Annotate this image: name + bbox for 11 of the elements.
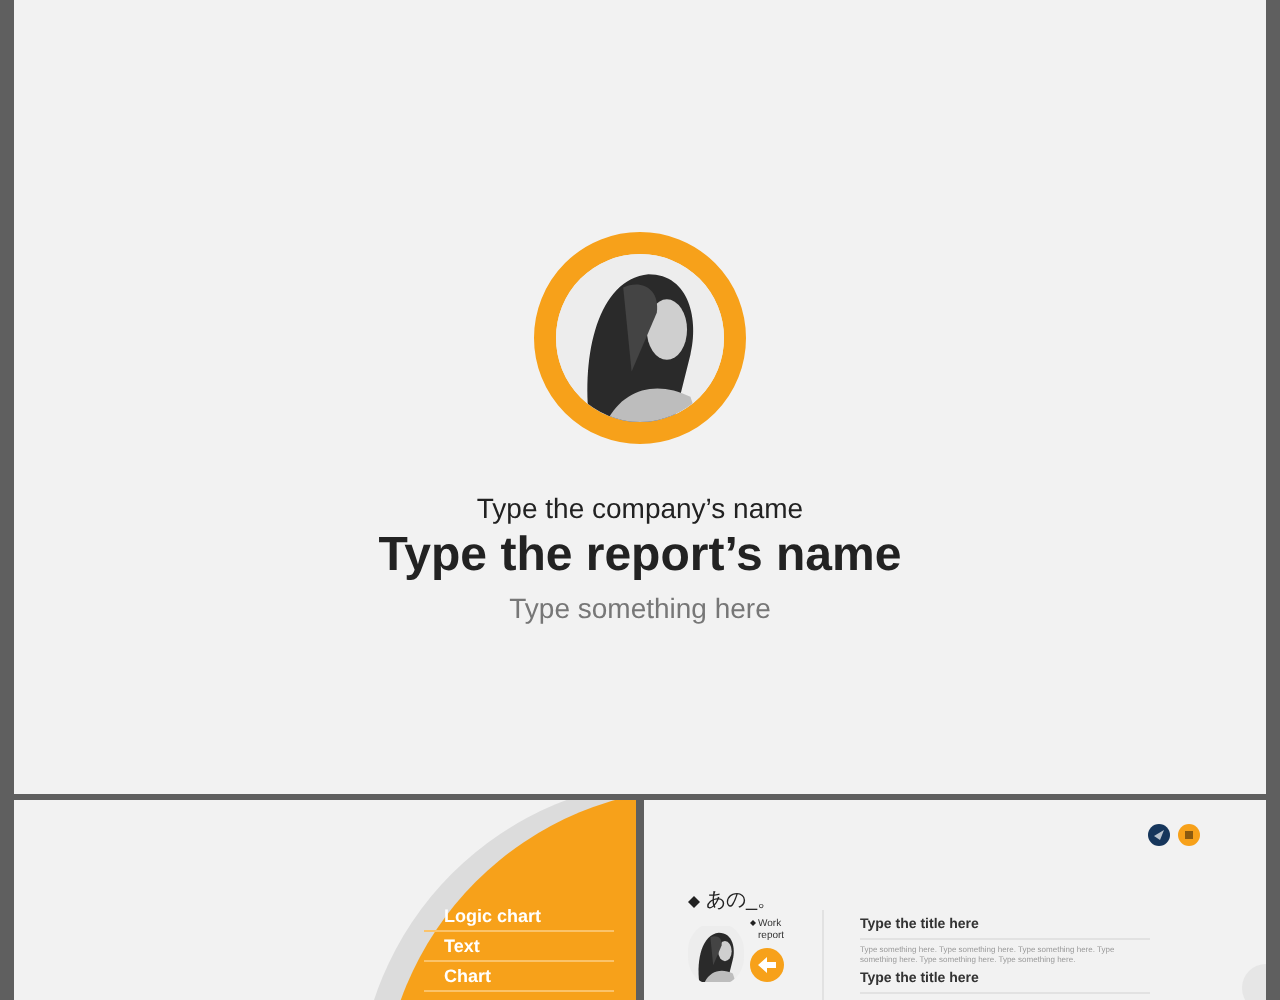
slide-heading: あの_。 xyxy=(706,890,778,914)
report-name: Type the report’s name xyxy=(378,526,902,586)
company-name: Type the company’s name xyxy=(476,490,804,526)
subtitle: Type something here xyxy=(509,590,771,626)
menu-item[interactable]: Text xyxy=(424,932,614,962)
send-icon[interactable] xyxy=(1148,824,1170,846)
stop-icon[interactable] xyxy=(1178,824,1200,846)
diamond-icon xyxy=(750,920,756,926)
menu-item[interactable]: Chart xyxy=(424,962,614,992)
diamond-icon xyxy=(688,896,700,908)
menu-item[interactable]: Logic chart xyxy=(424,902,614,932)
